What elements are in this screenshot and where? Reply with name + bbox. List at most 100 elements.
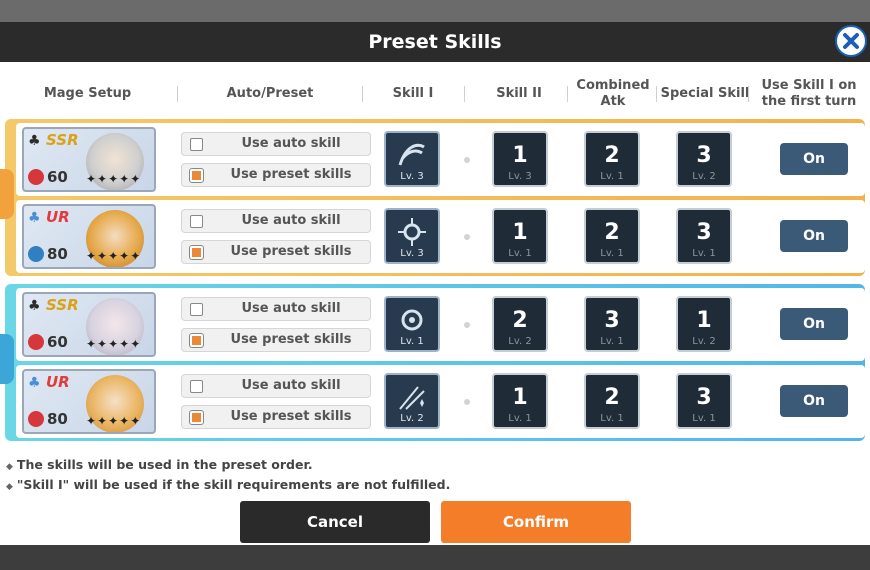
special-skill-slot[interactable]: 3 Lv. 1 (676, 373, 732, 429)
combined-atk-slot[interactable]: 2 Lv. 1 (584, 373, 640, 429)
checkbox-checked[interactable] (189, 168, 204, 183)
checkbox[interactable] (190, 380, 203, 393)
skill-level: Lv. 3 (400, 171, 424, 182)
special-skill-slot[interactable]: 3 Lv. 1 (676, 208, 732, 264)
rarity-badge: UR (46, 373, 70, 391)
first-turn-toggle[interactable]: On (780, 308, 848, 340)
header-special-skill: Special Skill (660, 86, 750, 101)
skill-burst-icon (398, 218, 426, 246)
mage-portrait[interactable]: ♣ UR 80 ✦✦✦✦✦ (22, 204, 156, 269)
sequence-dot (464, 399, 470, 405)
skill-1-slot[interactable]: Lv. 2 (384, 373, 440, 429)
skill-2-slot[interactable]: 2 Lv. 2 (492, 296, 548, 352)
use-preset-skills-option[interactable]: Use preset skills (181, 163, 371, 187)
order-number: 1 (512, 220, 528, 245)
mage-level: 80 (28, 410, 68, 428)
skill-level: Lv. 1 (600, 413, 624, 424)
mage-portrait[interactable]: ♣ SSR 60 ✦✦✦✦✦ (22, 127, 156, 192)
header-divider (567, 86, 568, 102)
header-skill-1: Skill I (392, 86, 434, 101)
skill-swirl-icon (398, 143, 425, 166)
use-preset-skills-option[interactable]: Use preset skills (181, 240, 371, 264)
order-number: 2 (604, 220, 620, 245)
use-auto-skill-option[interactable]: Use auto skill (181, 297, 371, 321)
special-skill-slot[interactable]: 3 Lv. 2 (676, 131, 732, 187)
mage-level: 60 (28, 333, 68, 351)
order-number: 2 (512, 308, 528, 333)
mage-portrait[interactable]: ♣ SSR 60 ✦✦✦✦✦ (22, 292, 156, 357)
checkbox-checked[interactable] (189, 245, 204, 260)
checkbox-checked[interactable] (189, 333, 204, 348)
combined-atk-slot[interactable]: 2 Lv. 1 (584, 208, 640, 264)
mage-row: ♣ UR 80 ✦✦✦✦✦ Use auto skill Use preset … (16, 200, 865, 273)
checkbox[interactable] (190, 215, 203, 228)
notes: ◆ The skills will be used in the preset o… (6, 456, 450, 496)
skill-level: Lv. 3 (508, 171, 532, 182)
level-value: 80 (47, 410, 68, 428)
option-label: Use auto skill (241, 301, 341, 316)
header-mage-setup: Mage Setup (43, 86, 132, 101)
use-preset-skills-option[interactable]: Use preset skills (181, 405, 371, 429)
skill-level: Lv. 2 (692, 336, 716, 347)
attribute-icon (28, 334, 44, 350)
mage-level: 60 (28, 168, 68, 186)
sequence-dot (464, 322, 470, 328)
star-rating: ✦✦✦✦✦ (86, 249, 142, 263)
level-value: 80 (47, 245, 68, 263)
combined-atk-slot[interactable]: 3 Lv. 1 (584, 296, 640, 352)
attribute-icon (28, 411, 44, 427)
order-number: 3 (696, 385, 712, 410)
skill-2-slot[interactable]: 1 Lv. 1 (492, 373, 548, 429)
order-number: 2 (604, 385, 620, 410)
header-skill-2: Skill II (496, 86, 542, 101)
use-auto-skill-option[interactable]: Use auto skill (181, 132, 371, 156)
group-tab[interactable] (0, 334, 14, 384)
skill-1-slot[interactable]: Lv. 3 (384, 208, 440, 264)
order-number: 1 (512, 143, 528, 168)
skill-level: Lv. 1 (692, 413, 716, 424)
option-label: Use auto skill (241, 136, 341, 151)
option-label: Use preset skills (230, 244, 352, 259)
star-rating: ✦✦✦✦✦ (86, 414, 142, 428)
confirm-button[interactable]: Confirm (441, 501, 631, 543)
cancel-button[interactable]: Cancel (240, 501, 430, 543)
combined-atk-slot[interactable]: 2 Lv. 1 (584, 131, 640, 187)
order-number: 1 (512, 385, 528, 410)
header-divider (656, 86, 657, 102)
use-auto-skill-option[interactable]: Use auto skill (181, 209, 371, 233)
skill-2-slot[interactable]: 1 Lv. 1 (492, 208, 548, 264)
note-text: The skills will be used in the preset or… (16, 457, 313, 472)
option-label: Use preset skills (230, 332, 352, 347)
clover-icon: ♣ (28, 375, 41, 391)
preset-skills-dialog: Preset Skills Mage Setup Auto/Preset Ski… (0, 22, 870, 545)
use-preset-skills-option[interactable]: Use preset skills (181, 328, 371, 352)
skill-level: Lv. 3 (400, 248, 424, 259)
skill-1-slot[interactable]: Lv. 1 (384, 296, 440, 352)
background-game-ui-bottom (0, 545, 870, 570)
close-button[interactable] (835, 25, 867, 57)
option-label: Use preset skills (230, 409, 352, 424)
order-number: 2 (604, 143, 620, 168)
group-tab[interactable] (0, 169, 14, 219)
bullet-icon: ◆ (6, 482, 13, 492)
skill-level: Lv. 1 (600, 171, 624, 182)
checkbox-checked[interactable] (189, 410, 204, 425)
header-use-skill-first-turn: Use Skill I on the first turn (761, 78, 857, 109)
checkbox[interactable] (190, 138, 203, 151)
special-skill-slot[interactable]: 1 Lv. 2 (676, 296, 732, 352)
first-turn-toggle[interactable]: On (780, 385, 848, 417)
first-turn-toggle[interactable]: On (780, 220, 848, 252)
skill-2-slot[interactable]: 1 Lv. 3 (492, 131, 548, 187)
option-label: Use auto skill (241, 213, 341, 228)
option-label: Use auto skill (241, 378, 341, 393)
mage-portrait[interactable]: ♣ UR 80 ✦✦✦✦✦ (22, 369, 156, 434)
skill-1-slot[interactable]: Lv. 3 (384, 131, 440, 187)
clover-icon: ♣ (28, 133, 41, 149)
checkbox[interactable] (190, 303, 203, 316)
first-turn-toggle[interactable]: On (780, 143, 848, 175)
use-auto-skill-option[interactable]: Use auto skill (181, 374, 371, 398)
rarity-badge: UR (46, 208, 70, 226)
clover-icon: ♣ (28, 298, 41, 314)
header-auto-preset: Auto/Preset (226, 86, 314, 101)
skill-level: Lv. 1 (600, 336, 624, 347)
